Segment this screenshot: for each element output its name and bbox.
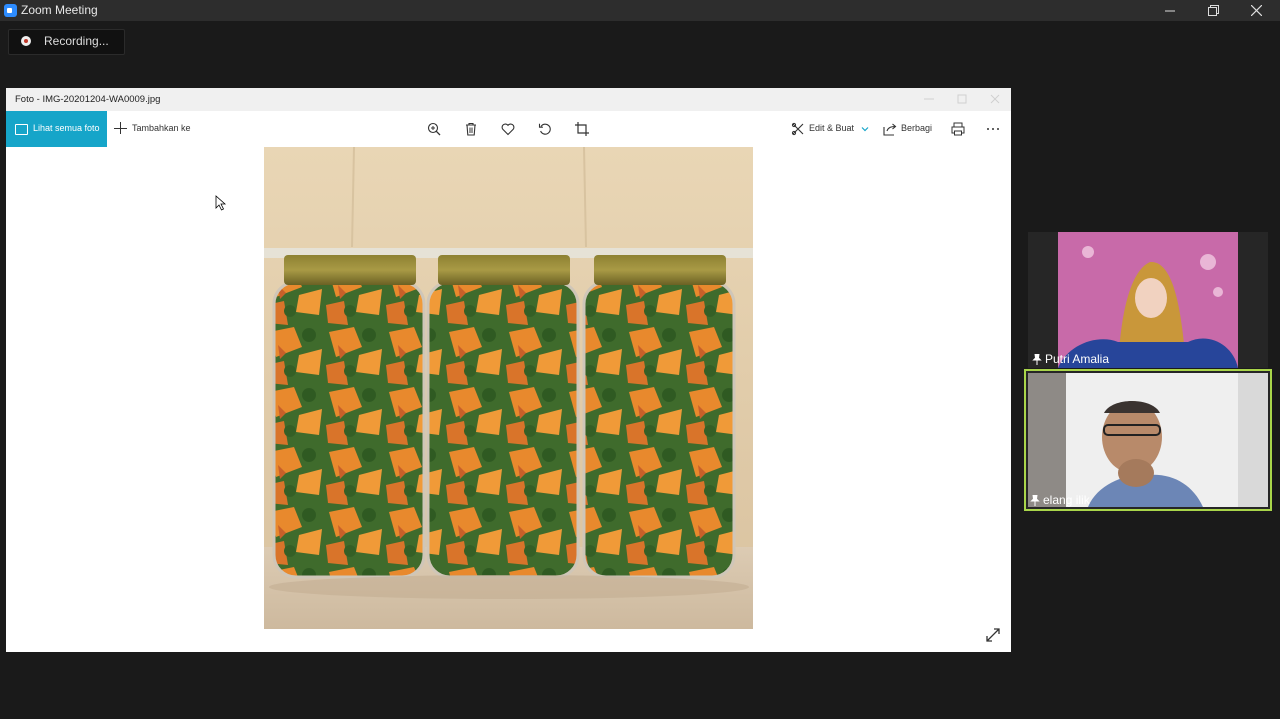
participant-name-tag: Putri Amalia — [1032, 352, 1109, 366]
photos-title-bar: Foto - IMG-20201204-WA0009.jpg — [6, 88, 1011, 111]
zoom-title-bar: Zoom Meeting — [0, 0, 1280, 21]
participant-name-tag: elang ilik — [1030, 493, 1090, 507]
add-to-label: Tambahkan ke — [132, 123, 191, 133]
restore-icon — [1207, 5, 1219, 16]
recording-label: Recording... — [44, 34, 109, 48]
plus-icon — [114, 121, 128, 135]
close-button[interactable] — [1236, 0, 1276, 21]
restore-button[interactable] — [1193, 0, 1233, 21]
restore-icon[interactable] — [955, 92, 969, 106]
see-all-photos-label: Lihat semua foto — [33, 123, 100, 133]
photos-toolbar: Lihat semua foto Tambahkan ke Edit & Bua… — [6, 111, 1011, 147]
participant-video — [1058, 232, 1238, 368]
more-icon[interactable] — [984, 120, 1002, 138]
participant-video — [1028, 373, 1268, 507]
share-icon — [883, 123, 897, 136]
zoom-logo-icon — [4, 4, 17, 17]
share-label: Berbagi — [901, 123, 933, 133]
edit-icon — [791, 122, 804, 136]
photos-window-title: Foto - IMG-20201204-WA0009.jpg — [15, 94, 161, 105]
minimize-icon[interactable] — [922, 92, 936, 106]
close-icon[interactable] — [988, 92, 1002, 106]
trash-icon[interactable] — [462, 120, 480, 138]
rotate-icon[interactable] — [536, 120, 554, 138]
zoom-in-icon[interactable] — [425, 120, 443, 138]
photos-app-window: Foto - IMG-20201204-WA0009.jpg Lihat sem… — [6, 88, 1011, 652]
print-icon[interactable] — [949, 120, 967, 138]
heart-icon[interactable] — [499, 120, 517, 138]
close-icon — [1250, 5, 1262, 16]
participant-name: Putri Amalia — [1045, 352, 1110, 366]
see-all-photos-button[interactable]: Lihat semua foto — [6, 111, 107, 147]
window-title: Zoom Meeting — [21, 3, 98, 17]
minimize-button[interactable] — [1150, 0, 1190, 21]
expand-icon[interactable] — [985, 627, 1001, 643]
pin-icon — [1030, 494, 1040, 506]
photos-icon — [15, 124, 28, 135]
chevron-down-icon — [861, 127, 869, 132]
participant-name: elang ilik — [1043, 493, 1090, 507]
crop-icon[interactable] — [573, 120, 591, 138]
recording-indicator[interactable]: Recording... — [8, 29, 125, 55]
participant-tile-active-speaker[interactable]: elang ilik — [1024, 369, 1272, 511]
pin-icon — [1032, 353, 1042, 365]
record-icon — [21, 36, 31, 46]
photo-jars-image — [264, 147, 753, 629]
participant-tile[interactable]: Putri Amalia — [1028, 232, 1268, 368]
minimize-icon — [1165, 10, 1175, 11]
edit-create-label: Edit & Buat — [809, 123, 855, 133]
mouse-cursor-icon — [215, 195, 227, 211]
